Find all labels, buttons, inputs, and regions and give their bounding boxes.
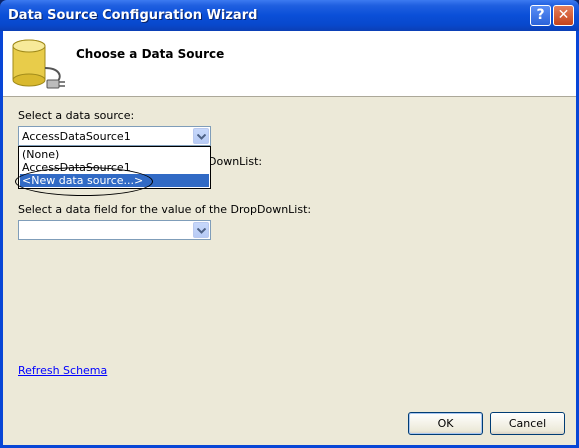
chevron-down-icon[interactable] <box>193 128 209 144</box>
value-field-label: Select a data field for the value of the… <box>18 203 312 216</box>
data-source-combo[interactable]: AccessDataSource1 <box>18 126 211 146</box>
highlight-ellipse-annotation <box>15 167 153 196</box>
help-button[interactable]: ? <box>530 5 551 26</box>
page-title: Choose a Data Source <box>76 47 225 61</box>
chevron-down-icon[interactable] <box>193 222 209 238</box>
value-field-combo[interactable] <box>18 220 211 240</box>
data-source-value: AccessDataSource1 <box>22 130 131 143</box>
cancel-button[interactable]: Cancel <box>490 412 565 435</box>
dialog-client-area: Choose a Data Source Select a data sourc… <box>3 31 576 445</box>
data-source-label: Select a data source: <box>18 109 135 122</box>
ok-button[interactable]: OK <box>408 412 483 435</box>
wizard-header: Choose a Data Source <box>3 31 576 97</box>
wizard-window: Data Source Configuration Wizard ? ✕ Cho… <box>0 0 579 448</box>
display-field-label-fragment: DownList: <box>208 155 263 168</box>
database-plug-icon <box>12 39 65 89</box>
refresh-schema-link[interactable]: Refresh Schema <box>18 364 107 377</box>
window-title: Data Source Configuration Wizard <box>8 8 258 23</box>
dropdown-option-none[interactable]: (None) <box>20 148 209 161</box>
close-button[interactable]: ✕ <box>553 5 574 26</box>
title-bar[interactable]: Data Source Configuration Wizard ? ✕ <box>0 0 579 31</box>
